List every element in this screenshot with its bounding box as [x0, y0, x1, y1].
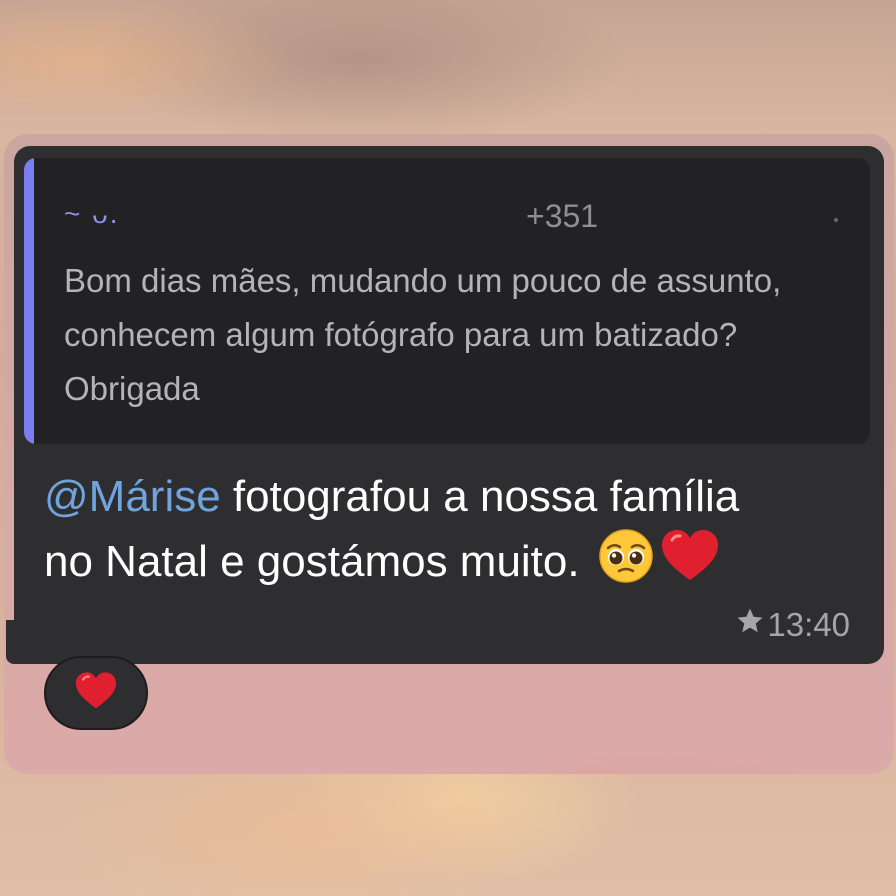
quote-accent-bar — [24, 158, 34, 444]
pleading-face-emoji — [598, 528, 654, 601]
reaction-pill[interactable] — [44, 656, 148, 730]
quoted-message-text: Bom dias mães, mudando um pouco de assun… — [64, 262, 782, 407]
message-text-line2: no Natal e gostámos muito. — [44, 537, 580, 587]
message-time: 13:40 — [767, 606, 850, 643]
red-heart-icon — [74, 671, 118, 716]
quoted-author-name: ~ ᴗ. — [64, 198, 120, 229]
star-icon — [735, 606, 765, 644]
message-text: @Márise fotografou a nossa família no Na… — [44, 466, 864, 601]
mention-link[interactable]: @Márise — [44, 472, 221, 521]
quoted-author-phone: +351 — [526, 198, 599, 234]
message-meta: 13:40 — [735, 606, 850, 644]
quote-dot — [834, 218, 838, 222]
red-heart-emoji — [660, 528, 720, 601]
message-text-line1: fotografou a nossa família — [220, 472, 740, 521]
